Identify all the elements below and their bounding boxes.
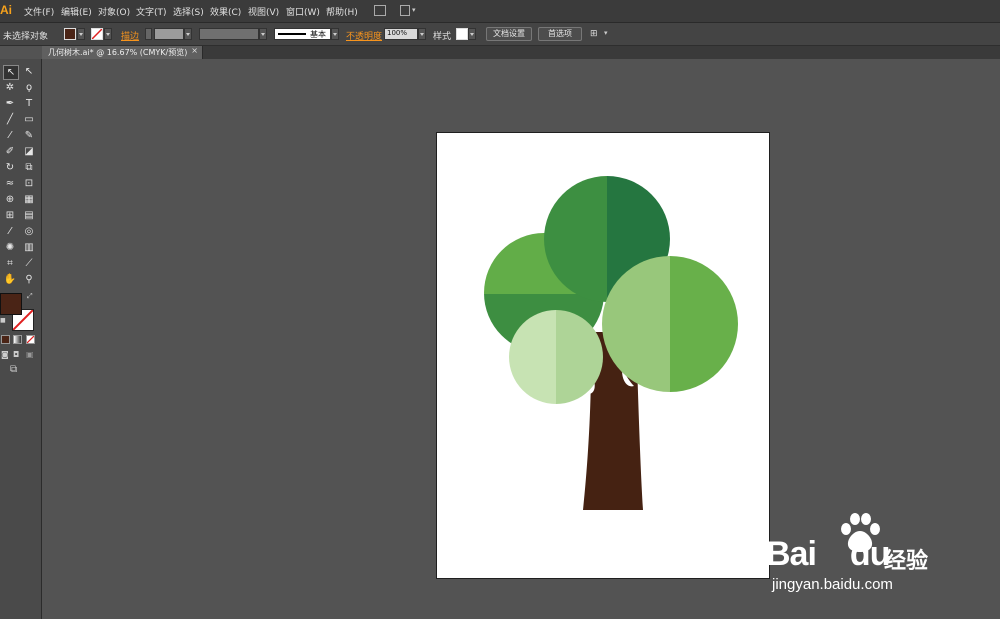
graphic-style-dropdown[interactable] bbox=[468, 28, 476, 40]
selection-status: 未选择对象 bbox=[3, 32, 49, 42]
watermark: Bai du 经验 jingyan.baidu.com bbox=[766, 513, 996, 613]
blend-tool-icon[interactable]: ◎ bbox=[22, 225, 36, 238]
crown-right-right-half bbox=[670, 256, 738, 392]
panel-menu-icon[interactable]: ▾ bbox=[604, 29, 608, 37]
mesh-tool-icon[interactable]: ⊞ bbox=[3, 209, 17, 222]
fill-color-box[interactable] bbox=[0, 293, 22, 315]
chevron-down-icon[interactable]: ▾ bbox=[412, 6, 416, 14]
opacity-label[interactable]: 不透明度 bbox=[346, 29, 382, 42]
watermark-brand-bai: Bai bbox=[766, 535, 817, 573]
scale-tool-icon[interactable]: ⧉ bbox=[22, 161, 36, 174]
menu-object[interactable]: 对象(O) bbox=[98, 5, 130, 18]
screen-mode-icon[interactable]: ⧉ bbox=[10, 364, 17, 375]
menu-type[interactable]: 文字(T) bbox=[136, 5, 167, 18]
eraser-tool-icon[interactable]: ◪ bbox=[22, 145, 36, 158]
draw-normal-icon[interactable]: ◙ bbox=[1, 350, 9, 359]
pencil-tool-icon[interactable]: ✎ bbox=[22, 129, 36, 142]
stroke-dropdown[interactable] bbox=[104, 28, 112, 40]
zoom-tool-icon[interactable]: ⚲ bbox=[22, 273, 36, 286]
arrange-documents-icon[interactable] bbox=[400, 5, 410, 16]
watermark-url: jingyan.baidu.com bbox=[772, 576, 893, 593]
eyedropper-tool-icon[interactable]: ⁄ bbox=[3, 225, 17, 238]
app-logo: Ai bbox=[0, 3, 12, 17]
opacity-value: 100% bbox=[387, 29, 408, 37]
artboard-tool-icon[interactable]: ⌗ bbox=[3, 257, 17, 270]
menu-window[interactable]: 窗口(W) bbox=[286, 5, 320, 18]
none-icon bbox=[92, 29, 102, 39]
watermark-brand: Bai du bbox=[766, 535, 890, 574]
hand-tool-icon[interactable]: ✋ bbox=[3, 273, 17, 286]
brush-dropdown[interactable] bbox=[331, 28, 339, 40]
none-mode-icon[interactable] bbox=[26, 335, 35, 344]
stroke-line-preview bbox=[278, 33, 306, 35]
free-transform-tool-icon[interactable]: ⊡ bbox=[22, 177, 36, 190]
color-mode-icon[interactable] bbox=[1, 335, 10, 344]
menu-bar: Ai 文件(F) 编辑(E) 对象(O) 文字(T) 选择(S) 效果(C) 视… bbox=[0, 0, 1000, 23]
menu-file[interactable]: 文件(F) bbox=[24, 5, 54, 18]
shape-builder-tool-icon[interactable]: ⊕ bbox=[3, 193, 17, 206]
direct-selection-tool-icon[interactable]: ↖ bbox=[22, 65, 36, 78]
arrange-icon[interactable]: ⊞ bbox=[590, 29, 598, 39]
default-colors-icon[interactable]: ■ bbox=[0, 317, 6, 324]
stroke-weight-dropdown[interactable] bbox=[184, 28, 192, 40]
column-graph-tool-icon[interactable]: ▥ bbox=[22, 241, 36, 254]
variable-width-dropdown[interactable] bbox=[259, 28, 267, 40]
close-icon[interactable]: × bbox=[191, 46, 198, 55]
menu-edit[interactable]: 编辑(E) bbox=[61, 5, 92, 18]
gradient-mode-icon[interactable] bbox=[13, 335, 22, 344]
watermark-jingyan: 经验 bbox=[884, 549, 929, 574]
bridge-icon[interactable] bbox=[374, 5, 386, 16]
type-tool-icon[interactable]: T bbox=[22, 97, 36, 110]
slice-tool-icon[interactable]: ⟋ bbox=[22, 257, 36, 270]
lasso-tool-icon[interactable]: ϙ bbox=[22, 81, 36, 94]
swap-colors-icon[interactable]: ⤢ bbox=[27, 292, 33, 301]
graphic-style-swatch[interactable] bbox=[456, 28, 468, 40]
draw-behind-icon[interactable]: ◘ bbox=[13, 350, 19, 359]
opacity-dropdown[interactable] bbox=[418, 28, 426, 40]
symbol-sprayer-tool-icon[interactable]: ✺ bbox=[3, 241, 17, 254]
toolbox: ↖ ↖ ✲ ϙ ✒ T ╱ ▭ ⁄ ✎ ✐ ◪ ↻ ⧉ ≈ ⊡ ⊕ ▦ ⊞ ▤ … bbox=[0, 59, 42, 619]
variable-width-field[interactable] bbox=[199, 28, 259, 40]
gradient-tool-icon[interactable]: ▤ bbox=[22, 209, 36, 222]
rectangle-tool-icon[interactable]: ▭ bbox=[22, 113, 36, 126]
blob-brush-tool-icon[interactable]: ✐ bbox=[3, 145, 17, 158]
tree-crown-right[interactable] bbox=[602, 256, 738, 392]
brush-definition-field[interactable]: 基本 bbox=[274, 28, 331, 40]
style-label: 样式 bbox=[433, 32, 452, 42]
document-setup-button[interactable]: 文档设置 bbox=[486, 27, 532, 41]
menu-effect[interactable]: 效果(C) bbox=[210, 5, 241, 18]
control-bar: 未选择对象 描边 基本 不透明度 100% 样式 文档设置 首选项 ⊞ ▾ bbox=[0, 23, 1000, 46]
paintbrush-tool-icon[interactable]: ⁄ bbox=[3, 129, 17, 142]
stroke-label[interactable]: 描边 bbox=[121, 29, 139, 42]
stroke-swatch[interactable] bbox=[91, 28, 103, 40]
line-tool-icon[interactable]: ╱ bbox=[3, 113, 17, 126]
fill-dropdown[interactable] bbox=[77, 28, 85, 40]
preferences-button[interactable]: 首选项 bbox=[538, 27, 582, 41]
stroke-style-label: 基本 bbox=[310, 30, 326, 39]
magic-wand-tool-icon[interactable]: ✲ bbox=[3, 81, 17, 94]
document-tab-label: 几何树木.ai* @ 16.67% (CMYK/预览) bbox=[48, 48, 188, 57]
stroke-weight-field[interactable] bbox=[154, 28, 184, 40]
menu-help[interactable]: 帮助(H) bbox=[326, 5, 358, 18]
none-icon bbox=[27, 336, 34, 343]
rotate-tool-icon[interactable]: ↻ bbox=[3, 161, 17, 174]
document-tab[interactable]: 几何树木.ai* @ 16.67% (CMYK/预览) × bbox=[42, 46, 203, 59]
opacity-field[interactable]: 100% bbox=[384, 28, 418, 40]
menu-view[interactable]: 视图(V) bbox=[248, 5, 279, 18]
width-tool-icon[interactable]: ≈ bbox=[3, 177, 17, 190]
menu-select[interactable]: 选择(S) bbox=[173, 5, 204, 18]
tree-crown-small[interactable] bbox=[509, 310, 603, 404]
stroke-weight-stepper[interactable] bbox=[145, 28, 152, 40]
draw-inside-icon[interactable]: ▣ bbox=[26, 350, 34, 359]
perspective-grid-tool-icon[interactable]: ▦ bbox=[22, 193, 36, 206]
selection-tool-icon[interactable]: ↖ bbox=[3, 65, 19, 80]
fill-swatch[interactable] bbox=[64, 28, 76, 40]
pen-tool-icon[interactable]: ✒ bbox=[3, 97, 17, 110]
tree-artwork[interactable] bbox=[436, 132, 770, 579]
